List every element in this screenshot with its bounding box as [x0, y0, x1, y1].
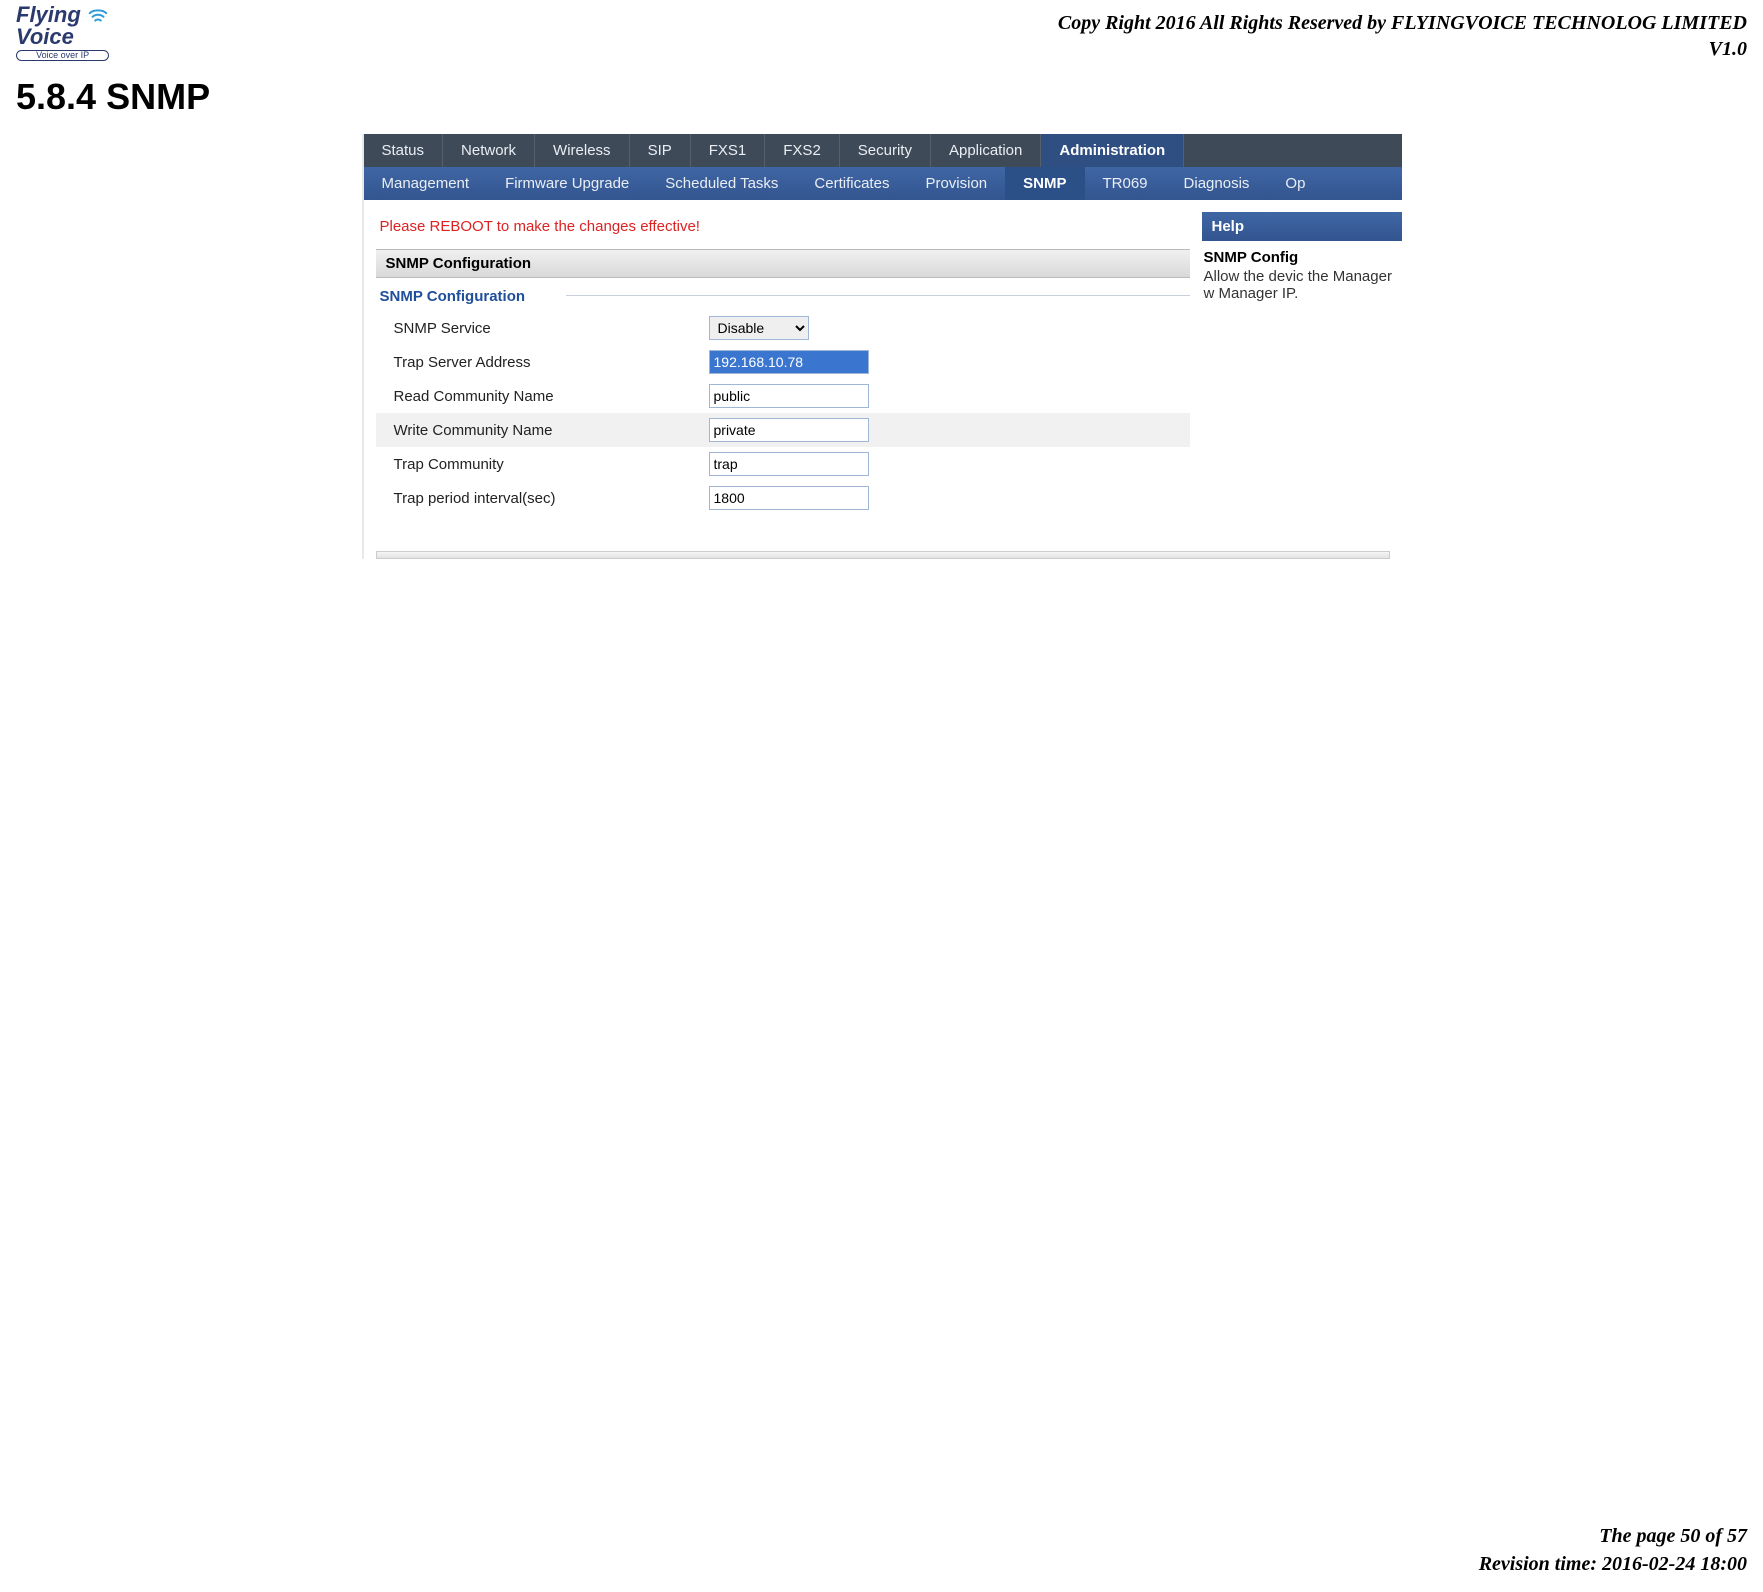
form-row: Trap Server Address — [376, 345, 1190, 379]
form-label: Write Community Name — [394, 422, 709, 439]
input-write-community-name[interactable] — [709, 418, 869, 442]
copyright-text: Copy Right 2016 All Rights Reserved by F… — [16, 10, 1747, 36]
select-snmp-service[interactable]: Disable — [709, 316, 809, 340]
main-tab-wireless[interactable]: Wireless — [535, 134, 630, 167]
help-title: SNMP Config — [1204, 249, 1402, 266]
form-row: Trap Community — [376, 447, 1190, 481]
form-row: Read Community Name — [376, 379, 1190, 413]
sub-tab-scheduled-tasks[interactable]: Scheduled Tasks — [647, 167, 796, 200]
doc-header: Copy Right 2016 All Rights Reserved by F… — [16, 10, 1747, 62]
reboot-warning: Please REBOOT to make the changes effect… — [376, 212, 1190, 249]
help-body: SNMP Config Allow the devic the Manager … — [1202, 241, 1402, 302]
sub-tab-diagnosis[interactable]: Diagnosis — [1166, 167, 1268, 200]
page-info: The page 50 of 57 — [1479, 1522, 1747, 1550]
version-text: V1.0 — [16, 36, 1747, 62]
sub-tab-management[interactable]: Management — [364, 167, 488, 200]
main-tab-fxs2[interactable]: FXS2 — [765, 134, 840, 167]
form-label: Trap Server Address — [394, 354, 709, 371]
admin-ui-screenshot: StatusNetworkWirelessSIPFXS1FXS2Security… — [362, 134, 1402, 559]
help-text: Allow the devic the Manager w Manager IP… — [1204, 268, 1392, 302]
sub-tab-snmp[interactable]: SNMP — [1005, 167, 1084, 200]
section-heading: 5.8.4 SNMP — [16, 76, 1747, 118]
panel-header: SNMP Configuration — [376, 249, 1190, 278]
bottom-bar — [376, 551, 1390, 559]
sub-tab-firmware-upgrade[interactable]: Firmware Upgrade — [487, 167, 647, 200]
sub-tab-provision[interactable]: Provision — [907, 167, 1005, 200]
wifi-icon — [87, 4, 109, 30]
logo-subtext: Voice over IP — [16, 50, 109, 61]
main-tabs: StatusNetworkWirelessSIPFXS1FXS2Security… — [364, 134, 1402, 167]
main-tab-sip[interactable]: SIP — [630, 134, 691, 167]
help-header: Help — [1202, 212, 1402, 241]
main-tab-fxs1[interactable]: FXS1 — [691, 134, 766, 167]
main-tab-administration[interactable]: Administration — [1041, 134, 1184, 167]
input-trap-community[interactable] — [709, 452, 869, 476]
form-row: Write Community Name — [376, 413, 1190, 447]
form-label: SNMP Service — [394, 320, 709, 337]
sub-tabs: ManagementFirmware UpgradeScheduled Task… — [364, 167, 1402, 200]
doc-footer: The page 50 of 57 Revision time: 2016-02… — [1479, 1522, 1747, 1578]
form-label: Read Community Name — [394, 388, 709, 405]
sub-tab-op[interactable]: Op — [1267, 167, 1323, 200]
sub-tab-certificates[interactable]: Certificates — [796, 167, 907, 200]
form-label: Trap period interval(sec) — [394, 490, 709, 507]
input-trap-server-address[interactable] — [709, 350, 869, 374]
form-row: SNMP ServiceDisable — [376, 311, 1190, 345]
input-trap-period-interval-sec-[interactable] — [709, 486, 869, 510]
sub-tab-tr069[interactable]: TR069 — [1085, 167, 1166, 200]
form-row: Trap period interval(sec) — [376, 481, 1190, 515]
main-tab-network[interactable]: Network — [443, 134, 535, 167]
form-label: Trap Community — [394, 456, 709, 473]
fieldset-title: SNMP Configuration — [376, 278, 1190, 311]
input-read-community-name[interactable] — [709, 384, 869, 408]
main-tab-status[interactable]: Status — [364, 134, 444, 167]
brand-logo: Flying Voice Voice over IP — [16, 4, 109, 61]
revision-info: Revision time: 2016-02-24 18:00 — [1479, 1550, 1747, 1578]
main-tab-security[interactable]: Security — [840, 134, 931, 167]
main-tab-application[interactable]: Application — [931, 134, 1041, 167]
